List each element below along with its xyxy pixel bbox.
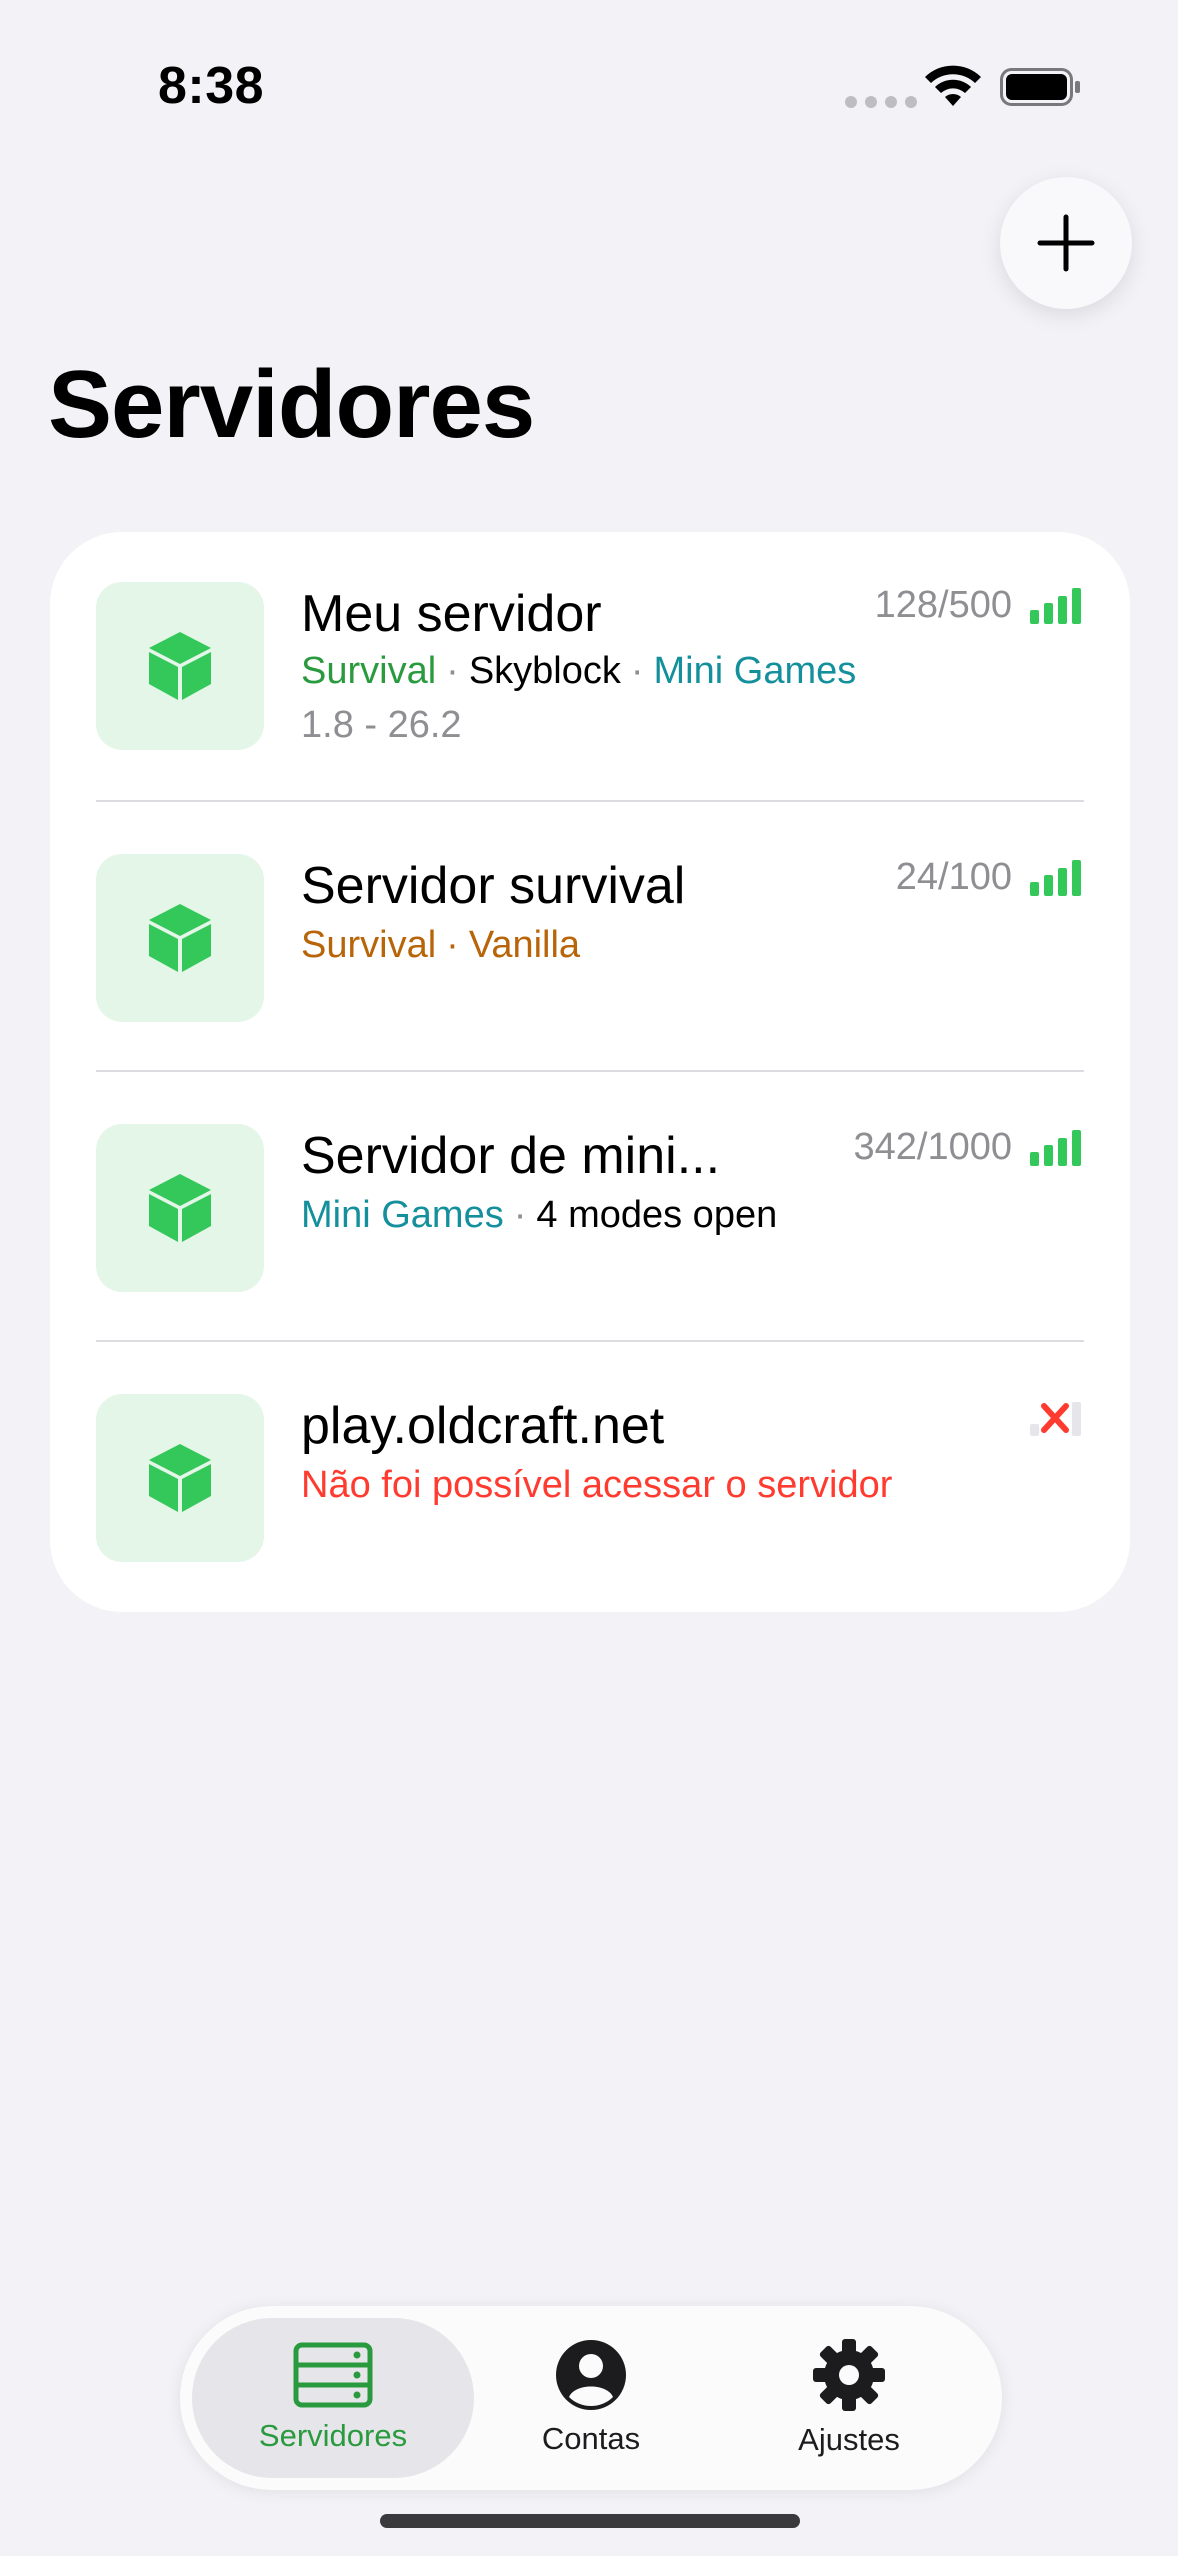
server-thumbnail <box>96 582 264 750</box>
cube-icon <box>149 632 211 700</box>
cellular-signal-icon <box>845 96 917 108</box>
server-row-meu-servidor[interactable]: Meu servidor 128/500 Survival · Skyblock · M… <box>50 532 1130 804</box>
signal-strength-icon <box>1030 860 1081 896</box>
server-thumbnail <box>96 1124 264 1292</box>
tag: Survival <box>301 924 437 966</box>
tab-label: Ajustes <box>798 2422 900 2457</box>
tag: Mini Games <box>653 650 857 692</box>
signal-strength-icon <box>1030 588 1081 624</box>
signal-strength-icon <box>1030 1130 1081 1166</box>
server-name: play.oldcraft.net <box>301 1397 665 1455</box>
server-name: Meu servidor <box>301 585 602 643</box>
cube-icon <box>149 904 211 972</box>
server-row-servidor-de-mini[interactable]: Servidor de mini... 342/1000 Mini Games ·… <box>50 1072 1130 1342</box>
home-indicator[interactable] <box>380 2514 800 2528</box>
tab-bar: Servidores Contas Ajustes <box>180 2306 1002 2490</box>
tag: Skyblock <box>468 650 621 692</box>
cube-icon <box>149 1444 211 1512</box>
server-icon <box>293 2342 373 2408</box>
server-list: Meu servidor 128/500 Survival · Skyblock · M… <box>50 532 1130 1612</box>
tag: Mini Games <box>301 1194 504 1236</box>
player-count: 24/100 <box>895 856 1012 898</box>
wifi-icon <box>925 65 981 106</box>
tab-contas[interactable]: Contas <box>450 2318 732 2478</box>
tab-label: Contas <box>541 2421 641 2456</box>
cube-icon <box>149 1174 211 1242</box>
tag: Vanilla <box>468 924 581 966</box>
tab-label: Servidores <box>258 2418 408 2453</box>
account-icon <box>556 2340 626 2410</box>
page-title: Servidores <box>48 351 535 458</box>
server-tags: Mini Games · 4 modes open <box>301 1194 778 1236</box>
tag: Survival <box>301 650 437 692</box>
server-name: Servidor survival <box>301 857 686 915</box>
server-tags: Survival · Vanilla <box>301 924 581 966</box>
gear-icon <box>813 2339 885 2411</box>
player-count: 342/1000 <box>853 1126 1013 1168</box>
server-version: 1.8 - 26.2 <box>301 704 462 746</box>
tab-ajustes[interactable]: Ajustes <box>708 2318 990 2478</box>
tag: 4 modes open <box>536 1194 778 1236</box>
battery-icon <box>1000 68 1080 106</box>
server-thumbnail <box>96 854 264 1022</box>
server-thumbnail <box>96 1394 264 1562</box>
server-tags: Survival · Skyblock · Mini Games <box>301 650 857 692</box>
status-time: 8:38 <box>158 57 265 115</box>
player-count: 128/500 <box>874 584 1012 626</box>
no-connection-icon <box>1030 1402 1081 1436</box>
tab-servidores[interactable]: Servidores <box>192 2318 474 2478</box>
server-error-message: Não foi possível acessar o servidor <box>301 1464 893 1506</box>
plus-icon <box>1037 214 1095 272</box>
server-name: Servidor de mini... <box>301 1127 721 1185</box>
add-server-button[interactable] <box>1000 177 1132 309</box>
server-row-play-oldcraft[interactable]: play.oldcraft.net Não foi possível acess… <box>50 1342 1130 1612</box>
server-row-servidor-survival[interactable]: Servidor survival 24/100 Survival · Vanill… <box>50 802 1130 1072</box>
